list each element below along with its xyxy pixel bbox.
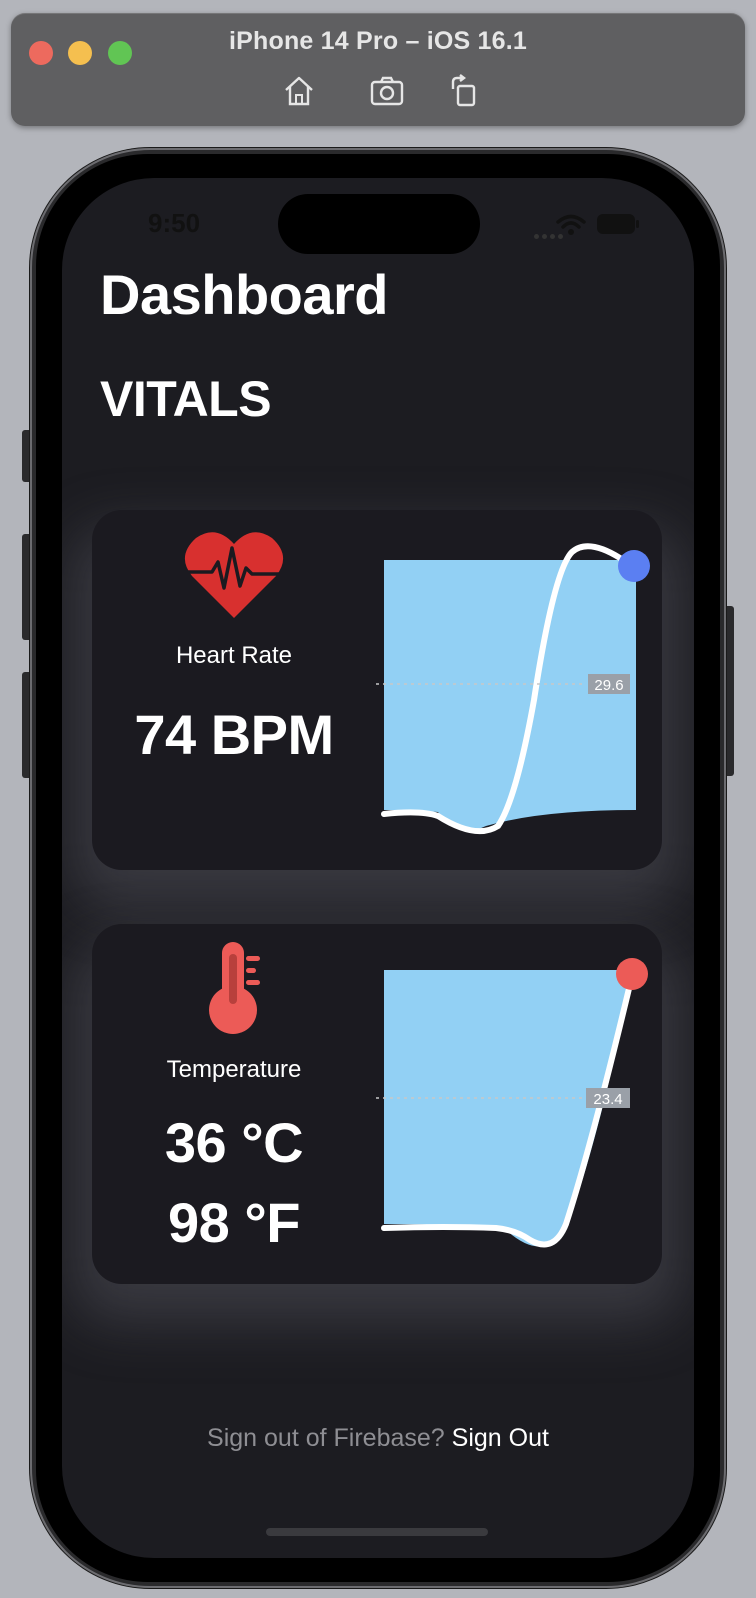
dynamic-island <box>278 194 480 254</box>
heart-rate-chart: 29.6 <box>376 543 650 835</box>
home-button[interactable] <box>281 73 317 109</box>
battery-icon <box>597 214 639 234</box>
heart-rate-value: 74 BPM <box>134 703 334 766</box>
temperature-summary: Temperature 36 °C 98 °F <box>92 924 376 1284</box>
heart-rate-card[interactable]: Heart Rate 74 BPM 29.6 <box>92 510 662 870</box>
screenshot-icon <box>370 76 404 106</box>
wifi-icon <box>556 214 586 235</box>
temperature-chart: 23.4 <box>376 958 648 1248</box>
rotate-button[interactable] <box>447 73 483 109</box>
temperature-fahrenheit: 98 °F <box>168 1191 300 1254</box>
thermometer-icon <box>209 942 260 1034</box>
status-time: 9:50 <box>148 208 201 238</box>
simulator-title-bar: iPhone 14 Pro – iOS 16.1 <box>11 13 745 126</box>
sign-out-link[interactable]: Sign Out <box>452 1424 549 1452</box>
section-heading: VITALS <box>100 371 272 427</box>
home-indicator[interactable] <box>266 1528 488 1536</box>
simulator-title: iPhone 14 Pro – iOS 16.1 <box>229 27 527 55</box>
chart-area <box>384 970 632 1247</box>
temperature-label: Temperature <box>166 1056 302 1083</box>
temperature-card[interactable]: Temperature 36 °C 98 °F 23.4 <box>92 924 662 1284</box>
chart-area <box>384 560 636 831</box>
temperature-celsius: 36 °C <box>164 1111 304 1174</box>
app-screen: 9:50 Dashboard VITALS Heart Rate 74 BPM … <box>62 178 694 1558</box>
rotate-icon <box>451 74 476 107</box>
heart-rate-icon <box>184 532 284 618</box>
page-title: Dashboard <box>100 263 389 326</box>
sign-out-footer: Sign out of Firebase? Sign Out <box>62 1424 694 1453</box>
sign-out-prompt: Sign out of Firebase? <box>207 1424 445 1452</box>
chart-marker-label: 23.4 <box>593 1091 622 1108</box>
heart-rate-summary: Heart Rate 74 BPM <box>92 510 376 870</box>
chart-marker-label: 29.6 <box>594 677 623 694</box>
screenshot-button[interactable] <box>369 73 405 109</box>
heart-rate-label: Heart Rate <box>175 642 293 669</box>
chart-end-dot <box>616 958 648 990</box>
home-icon <box>285 76 313 106</box>
chart-end-dot <box>618 550 650 582</box>
